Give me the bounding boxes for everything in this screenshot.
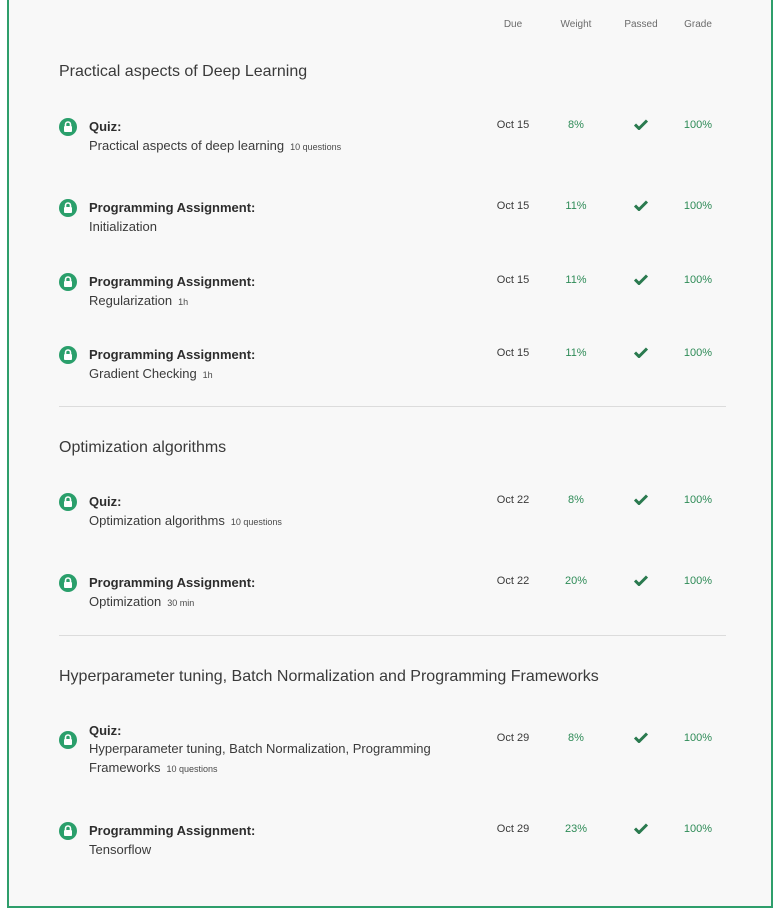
grade-value: 100% bbox=[683, 732, 713, 744]
weight-value: 8% bbox=[568, 119, 584, 131]
section-divider bbox=[59, 635, 726, 636]
column-header-passed: Passed bbox=[624, 19, 658, 30]
assignment-link[interactable]: Hyperparameter tuning, Batch Normalizati… bbox=[89, 741, 431, 775]
assignment-link[interactable]: Optimization algorithms bbox=[89, 513, 225, 528]
assignment-type: Quiz: bbox=[89, 723, 122, 738]
due-date: Oct 22 bbox=[496, 494, 530, 506]
lock-icon bbox=[59, 574, 77, 592]
checkmark-icon bbox=[611, 494, 671, 508]
column-header-weight: Weight bbox=[560, 19, 592, 30]
grade-value: 100% bbox=[683, 119, 713, 131]
checkmark-icon bbox=[611, 823, 671, 837]
checkmark-icon bbox=[611, 732, 671, 746]
due-date: Oct 15 bbox=[496, 200, 530, 212]
lock-icon bbox=[59, 346, 77, 364]
column-header-grade: Grade bbox=[684, 19, 712, 30]
assignment-link[interactable]: Optimization bbox=[89, 594, 161, 609]
due-date: Oct 15 bbox=[496, 347, 530, 359]
section-divider bbox=[59, 406, 726, 407]
grades-panel: Due Weight Passed Grade Practical aspect… bbox=[7, 0, 773, 908]
weight-value: 11% bbox=[565, 274, 587, 286]
due-date: Oct 29 bbox=[496, 823, 530, 835]
assignment-type: Quiz: bbox=[89, 119, 122, 134]
assignment-type: Programming Assignment: bbox=[89, 274, 256, 289]
section-title: Practical aspects of Deep Learning bbox=[59, 63, 308, 80]
assignment-type: Programming Assignment: bbox=[89, 823, 256, 838]
assignment-link[interactable]: Practical aspects of deep learning bbox=[89, 138, 284, 153]
section-title: Hyperparameter tuning, Batch Normalizati… bbox=[59, 668, 599, 685]
weight-value: 8% bbox=[568, 732, 584, 744]
assignment-type: Quiz: bbox=[89, 494, 122, 509]
due-date: Oct 15 bbox=[496, 274, 530, 286]
grade-value: 100% bbox=[683, 823, 713, 835]
section-title: Optimization algorithms bbox=[59, 439, 227, 456]
checkmark-icon bbox=[611, 119, 671, 133]
due-date: Oct 15 bbox=[496, 119, 530, 131]
lock-icon bbox=[59, 493, 77, 511]
lock-icon bbox=[59, 822, 77, 840]
assignment-meta: 1h bbox=[202, 370, 213, 380]
lock-icon bbox=[59, 199, 77, 217]
weight-value: 23% bbox=[564, 823, 588, 835]
assignment-link[interactable]: Regularization bbox=[89, 293, 172, 308]
assignment-meta: 1h bbox=[178, 297, 189, 307]
grade-value: 100% bbox=[683, 575, 713, 587]
assignment-link[interactable]: Tensorflow bbox=[89, 842, 151, 857]
assignment-type: Programming Assignment: bbox=[89, 200, 256, 215]
due-date: Oct 29 bbox=[496, 732, 530, 744]
assignment-meta: 30 min bbox=[167, 598, 195, 608]
grade-value: 100% bbox=[683, 200, 713, 212]
lock-icon bbox=[59, 731, 77, 749]
checkmark-icon bbox=[611, 274, 671, 288]
checkmark-icon bbox=[611, 200, 671, 214]
due-date: Oct 22 bbox=[496, 575, 530, 587]
assignment-link[interactable]: Gradient Checking bbox=[89, 366, 197, 381]
assignment-meta: 10 questions bbox=[230, 517, 282, 527]
checkmark-icon bbox=[611, 347, 671, 361]
grade-value: 100% bbox=[683, 494, 713, 506]
checkmark-icon bbox=[611, 575, 671, 589]
assignment-link[interactable]: Initialization bbox=[89, 219, 157, 234]
lock-icon bbox=[59, 273, 77, 291]
assignment-meta: 10 questions bbox=[166, 764, 218, 774]
weight-value: 20% bbox=[564, 575, 588, 587]
assignment-type: Programming Assignment: bbox=[89, 347, 256, 362]
column-header-due: Due bbox=[503, 19, 523, 30]
weight-value: 11% bbox=[565, 347, 587, 359]
lock-icon bbox=[59, 118, 77, 136]
weight-value: 11% bbox=[565, 200, 587, 212]
assignment-type: Programming Assignment: bbox=[89, 575, 256, 590]
grade-value: 100% bbox=[683, 347, 713, 359]
weight-value: 8% bbox=[568, 494, 584, 506]
grade-value: 100% bbox=[683, 274, 713, 286]
assignment-meta: 10 questions bbox=[290, 142, 342, 152]
